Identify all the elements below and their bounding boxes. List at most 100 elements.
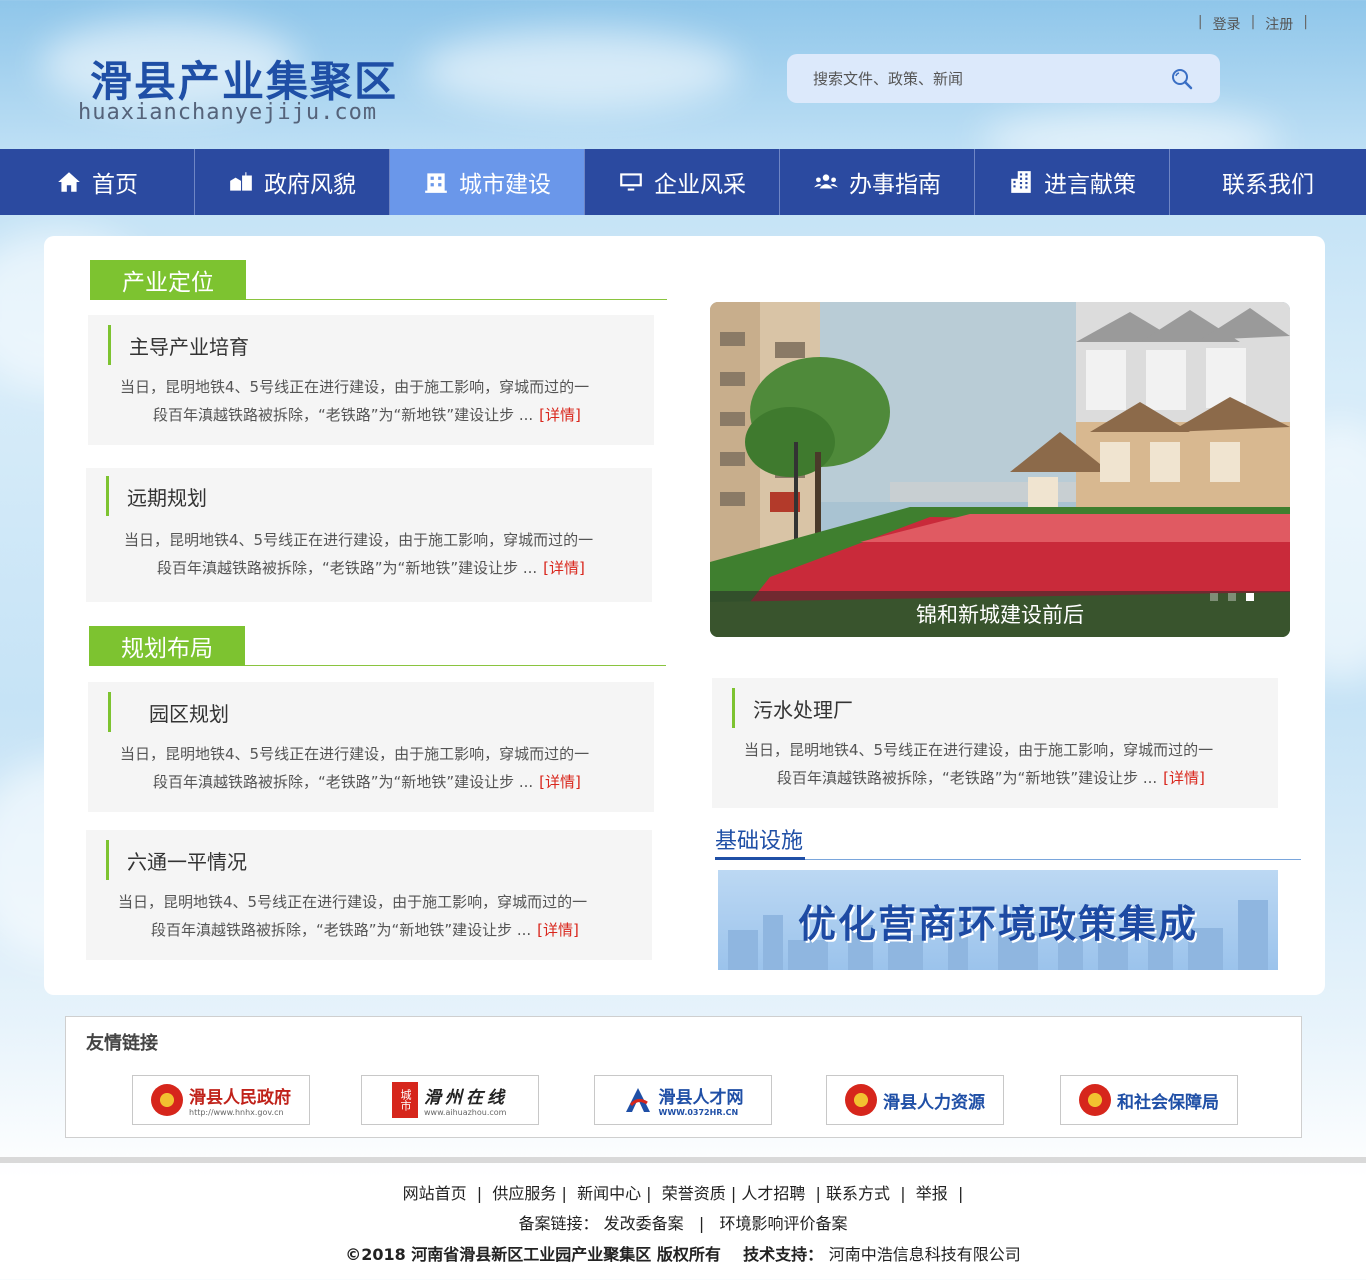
search-icon[interactable] (1170, 67, 1194, 91)
friend-link-label: 滑州在线 (424, 1088, 508, 1108)
slide-dot-active[interactable] (1246, 593, 1254, 601)
footer-copyright: ©2018 河南省滑县新区工业园产业聚集区 版权所有 技术支持： 河南中浩信息科… (0, 1241, 1366, 1265)
details-link[interactable]: [详情] (539, 773, 581, 791)
summary-text: 段百年滇越铁路被拆除，“老铁路”为“新地铁”建设让步 ... (157, 559, 538, 577)
footer-divider (0, 1157, 1366, 1163)
slide-dot[interactable] (1228, 593, 1236, 601)
office-icon (1011, 171, 1031, 193)
article-title[interactable]: 园区规划 (108, 692, 229, 732)
friend-link-label: 滑县人力资源 (883, 1092, 985, 1113)
national-emblem-icon (151, 1084, 183, 1116)
copyright-text: ©2018 河南省滑县新区工业园产业聚集区 版权所有 (345, 1245, 721, 1264)
separator: | (688, 1214, 715, 1233)
footer-link-recruitment[interactable]: 人才招聘 (741, 1184, 805, 1203)
summary-line-2: 段百年滇越铁路被拆除，“老铁路”为“新地铁”建设让步 ... [详情] (118, 916, 648, 944)
nav-item-government[interactable]: 政府风貌 (195, 149, 390, 215)
friend-link-label: 滑县人民政府 (189, 1088, 291, 1108)
nav-item-home[interactable]: 首页 (0, 149, 195, 215)
footer-link-contact[interactable]: 联系方式 (826, 1184, 890, 1203)
summary-text: 段百年滇越铁路被拆除，“老铁路”为“新地铁”建设让步 ... (153, 773, 534, 791)
city-logo-icon: 城市 (392, 1082, 418, 1118)
friend-link-huaxian-hr[interactable]: 滑县人力资源 (826, 1075, 1004, 1125)
nav-item-enterprise[interactable]: 企业风采 (585, 149, 780, 215)
article-title[interactable]: 污水处理厂 (732, 688, 853, 728)
cloud-decoration (420, 30, 740, 110)
friend-link-social-security[interactable]: 和社会保障局 (1060, 1075, 1238, 1125)
section-header-layout: 规划布局 (89, 626, 666, 666)
details-link[interactable]: [详情] (1163, 769, 1205, 787)
footer-link-supply[interactable]: 供应服务 (492, 1184, 556, 1203)
site-logo-domain: huaxianchanyejiju.com (78, 100, 378, 125)
top-links: | 登录 | 注册 | (1198, 14, 1308, 34)
people-icon (814, 174, 838, 189)
details-link[interactable]: [详情] (539, 406, 581, 424)
slide-image (710, 302, 1290, 637)
nav-label: 城市建设 (459, 172, 551, 198)
article-card: 六通一平情况 当日，昆明地铁4、5号线正在进行建设，由于施工影响，穿城而过的一 … (86, 830, 652, 960)
main-nav: 首页 政府风貌 城市建设 企业风采 办事指南 进言献策 联系我们 (0, 149, 1366, 215)
section-header-infrastructure: 基础设施 (715, 820, 1301, 860)
footer-link-honors[interactable]: 荣誉资质 (662, 1184, 726, 1203)
article-summary: 当日，昆明地铁4、5号线正在进行建设，由于施工影响，穿城而过的一 段百年滇越铁路… (120, 740, 650, 796)
article-card: 园区规划 当日，昆明地铁4、5号线正在进行建设，由于施工影响，穿城而过的一 段百… (88, 682, 654, 812)
separator: | (810, 1184, 821, 1203)
article-title[interactable]: 六通一平情况 (106, 840, 247, 880)
nav-label: 办事指南 (849, 172, 941, 198)
details-link[interactable]: [详情] (543, 559, 585, 577)
photo-slideshow[interactable]: 锦和新城建设前后 (710, 302, 1290, 637)
friend-link-label: 和社会保障局 (1117, 1092, 1219, 1113)
section-title: 基础设施 (715, 820, 806, 860)
article-summary: 当日，昆明地铁4、5号线正在进行建设，由于施工影响，穿城而过的一 段百年滇越铁路… (124, 526, 654, 582)
search-input[interactable] (787, 54, 1127, 103)
details-link[interactable]: [详情] (537, 921, 579, 939)
section-title: 规划布局 (89, 626, 245, 666)
footer-link-news[interactable]: 新闻中心 (577, 1184, 641, 1203)
article-summary: 当日，昆明地铁4、5号线正在进行建设，由于施工影响，穿城而过的一 段百年滇越铁路… (118, 888, 648, 944)
national-emblem-icon (1079, 1084, 1111, 1116)
friend-link-text: 滑县人民政府 http://www.hnhx.gov.cn (189, 1083, 291, 1117)
separator: | (561, 1184, 572, 1203)
slide-dot[interactable] (1210, 593, 1218, 601)
policy-banner[interactable]: 优化营商环境政策集成 (718, 870, 1278, 970)
nav-label: 首页 (92, 172, 138, 198)
footer-link-report[interactable]: 举报 (916, 1184, 948, 1203)
nav-label: 进言献策 (1044, 172, 1136, 198)
footer-record-links: 备案链接： 发改委备案 | 环境影响评价备案 (0, 1210, 1366, 1234)
record-link-ndrc[interactable]: 发改委备案 (604, 1214, 684, 1233)
summary-line: 当日，昆明地铁4、5号线正在进行建设，由于施工影响，穿城而过的一 (120, 745, 590, 763)
friend-link-url: http://www.hnhx.gov.cn (189, 1108, 284, 1117)
friend-links-panel: 友情链接 滑县人民政府 http://www.hnhx.gov.cn 城市 滑州… (65, 1016, 1302, 1138)
summary-line-2: 段百年滇越铁路被拆除，“老铁路”为“新地铁”建设让步 ... [详情] (120, 768, 650, 796)
support-label: 技术支持： (743, 1245, 824, 1264)
register-link[interactable]: 注册 (1265, 14, 1293, 34)
talent-logo-icon (625, 1088, 650, 1112)
footer-link-home[interactable]: 网站首页 (403, 1184, 467, 1203)
separator: | (646, 1184, 657, 1203)
banner-text: 优化营商环境政策集成 (797, 900, 1198, 946)
nav-label: 政府风貌 (264, 172, 356, 198)
separator: | (1303, 14, 1308, 30)
summary-line-2: 段百年滇越铁路被拆除，“老铁路”为“新地铁”建设让步 ... [详情] (120, 401, 650, 429)
friend-link-text: 滑州在线 www.aihuazhou.com (424, 1083, 508, 1117)
separator: | (730, 1184, 737, 1203)
article-title[interactable]: 远期规划 (106, 476, 207, 516)
monitor-icon (620, 173, 642, 191)
separator: | (895, 1184, 911, 1203)
summary-line: 当日，昆明地铁4、5号线正在进行建设，由于施工影响，穿城而过的一 (118, 893, 588, 911)
login-link[interactable]: 登录 (1213, 14, 1241, 34)
article-summary: 当日，昆明地铁4、5号线正在进行建设，由于施工影响，穿城而过的一 段百年滇越铁路… (744, 736, 1274, 792)
nav-label: 企业风采 (654, 172, 746, 198)
nav-item-city-construction[interactable]: 城市建设 (390, 149, 585, 215)
record-link-environment[interactable]: 环境影响评价备案 (720, 1214, 848, 1233)
nav-label: 联系我们 (1222, 172, 1314, 198)
government-icon (230, 172, 252, 191)
summary-line-2: 段百年滇越铁路被拆除，“老铁路”为“新地铁”建设让步 ... [详情] (124, 554, 654, 582)
section-title: 产业定位 (90, 260, 246, 300)
nav-item-contact[interactable]: 联系我们 (1170, 149, 1366, 215)
nav-item-service-guide[interactable]: 办事指南 (780, 149, 975, 215)
friend-link-huaxian-government[interactable]: 滑县人民政府 http://www.hnhx.gov.cn (132, 1075, 310, 1125)
friend-link-huaxian-talent[interactable]: 滑县人才网 WWW.0372HR.CN (594, 1075, 772, 1125)
friend-link-huazhou-online[interactable]: 城市 滑州在线 www.aihuazhou.com (361, 1075, 539, 1125)
nav-item-suggestions[interactable]: 进言献策 (975, 149, 1170, 215)
article-title[interactable]: 主导产业培育 (108, 325, 249, 365)
